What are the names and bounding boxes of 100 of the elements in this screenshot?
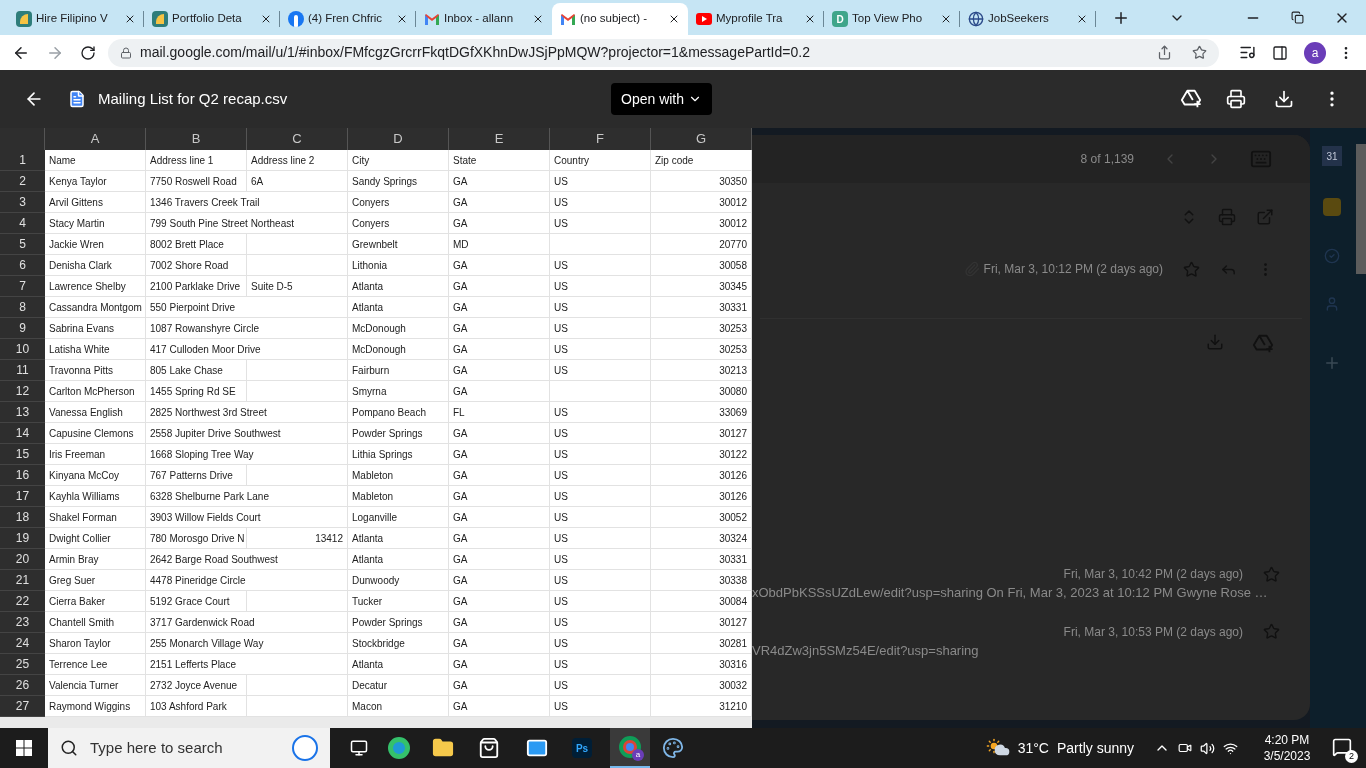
column-header[interactable]: B	[146, 128, 247, 150]
bookmark-star-icon[interactable]	[1192, 45, 1207, 60]
browser-tab[interactable]: Inbox - allann	[416, 3, 552, 35]
row-header[interactable]: 23	[0, 612, 45, 633]
close-icon[interactable]	[124, 13, 136, 25]
row-header[interactable]: 7	[0, 276, 45, 297]
row-header[interactable]: 24	[0, 633, 45, 654]
column-header[interactable]: F	[550, 128, 651, 150]
column-header[interactable]: A	[45, 128, 146, 150]
browser-tab[interactable]: JobSeekers	[960, 3, 1096, 35]
restore-icon[interactable]	[1291, 11, 1304, 24]
row-header[interactable]: 10	[0, 339, 45, 360]
folder-icon[interactable]	[432, 737, 454, 759]
table-cell: Sandy Springs	[348, 171, 449, 192]
table-cell: US	[550, 444, 651, 465]
close-icon[interactable]	[804, 13, 816, 25]
table-cell: Grewnbelt	[348, 234, 449, 255]
tab-title: Portfolio Deta	[172, 11, 242, 27]
row-header[interactable]: 22	[0, 591, 45, 612]
row-header[interactable]: 8	[0, 297, 45, 318]
download-icon[interactable]	[1274, 89, 1294, 109]
table-cell: 767 Patterns Drive	[146, 465, 247, 486]
close-icon[interactable]	[396, 13, 408, 25]
table-cell: US	[550, 465, 651, 486]
close-icon[interactable]	[668, 13, 680, 25]
row-header[interactable]: 13	[0, 402, 45, 423]
address-bar[interactable]: mail.google.com/mail/u/1/#inbox/FMfcgzGrcrrFkqtDGfXKhnDwJSjPpMQW?projector=1&messagePartId=0.2	[108, 38, 1219, 67]
table-cell: Cassandra Montgom	[45, 297, 146, 318]
table-cell: Kinyana McCoy	[45, 465, 146, 486]
row-header[interactable]: 4	[0, 213, 45, 234]
table-cell: Greg Suer	[45, 570, 146, 591]
row-header[interactable]: 5	[0, 234, 45, 255]
wifi-icon[interactable]	[1223, 740, 1238, 756]
task-view-icon[interactable]	[350, 739, 368, 757]
meet-now-icon[interactable]	[1178, 741, 1192, 755]
clock-time[interactable]: 4:20 PM	[1264, 732, 1310, 748]
close-icon[interactable]	[260, 13, 272, 25]
row-header[interactable]: 1	[0, 150, 45, 171]
row-header[interactable]: 2	[0, 171, 45, 192]
weather-icon[interactable]	[985, 738, 1010, 758]
row-header[interactable]: 26	[0, 675, 45, 696]
browser-tab[interactable]: Hire Filipino V	[8, 3, 144, 35]
drive-add-icon[interactable]	[1180, 88, 1202, 110]
clock-date[interactable]: 3/5/2023	[1263, 748, 1311, 764]
browser-tab[interactable]: Portfolio Deta	[144, 3, 280, 35]
star-icon[interactable]	[1263, 623, 1280, 640]
row-header[interactable]: 25	[0, 654, 45, 675]
side-panel-icon[interactable]	[1272, 44, 1288, 61]
row-header[interactable]: 11	[0, 360, 45, 381]
row-header[interactable]: 16	[0, 465, 45, 486]
browser-tab[interactable]: (no subject) -	[552, 3, 688, 35]
volume-icon[interactable]	[1200, 740, 1215, 756]
table-cell: 255 Monarch Village Way	[146, 633, 348, 654]
row-header[interactable]: 9	[0, 318, 45, 339]
windows-logo-icon[interactable]	[16, 740, 32, 756]
table-cell: Suite D-5	[247, 276, 348, 297]
row-header[interactable]: 3	[0, 192, 45, 213]
store-icon[interactable]	[478, 737, 500, 759]
file-title: Mailing List for Q2 recap.csv	[98, 88, 289, 109]
table-cell: 2642 Barge Road Southwest	[146, 549, 348, 570]
table-cell: GA	[449, 675, 550, 696]
scrollbar-thumb[interactable]	[1356, 144, 1366, 274]
row-header[interactable]: 27	[0, 696, 45, 717]
reload-icon[interactable]	[80, 44, 96, 61]
row-header[interactable]: 12	[0, 381, 45, 402]
print-icon[interactable]	[1226, 89, 1246, 109]
column-header[interactable]: G	[651, 128, 752, 150]
mail-icon[interactable]	[526, 737, 548, 759]
star-icon[interactable]	[1263, 565, 1280, 583]
table-cell: 4478 Pineridge Circle	[146, 570, 348, 591]
row-header[interactable]: 14	[0, 423, 45, 444]
star-icon[interactable]	[1183, 260, 1200, 278]
column-header[interactable]: E	[449, 128, 550, 150]
row-header[interactable]: 6	[0, 255, 45, 276]
paint-icon[interactable]	[662, 737, 684, 759]
row-header[interactable]: 19	[0, 528, 45, 549]
new-tab-icon[interactable]	[1112, 9, 1130, 27]
table-cell: Loganville	[348, 507, 449, 528]
close-icon[interactable]	[940, 13, 952, 25]
row-header[interactable]: 18	[0, 507, 45, 528]
column-header[interactable]: C	[247, 128, 348, 150]
close-icon[interactable]	[1076, 13, 1088, 25]
photoshop-icon[interactable]: Ps	[572, 738, 592, 758]
table-cell: GA	[449, 444, 550, 465]
row-header[interactable]: 15	[0, 444, 45, 465]
share-icon[interactable]	[1157, 45, 1172, 60]
open-with-button[interactable]: Open with	[611, 83, 713, 115]
browser-tab[interactable]: (4) Fren Chfric	[280, 3, 416, 35]
column-header[interactable]: D	[348, 128, 449, 150]
browser-tab[interactable]: D Top View Pho	[824, 3, 960, 35]
profile-avatar[interactable]: a	[1304, 41, 1326, 64]
row-header[interactable]: 17	[0, 486, 45, 507]
browser-tab[interactable]: Myprofile Tra	[688, 3, 824, 35]
calendar-icon[interactable]: 31	[1322, 146, 1342, 166]
row-header[interactable]: 20	[0, 549, 45, 570]
media-icon[interactable]	[1239, 44, 1256, 61]
close-icon[interactable]	[532, 13, 544, 25]
taskbar-search-box[interactable]: Type here to search	[48, 728, 330, 768]
row-header[interactable]: 21	[0, 570, 45, 591]
chrome-taskbar-button[interactable]: a	[610, 728, 650, 768]
